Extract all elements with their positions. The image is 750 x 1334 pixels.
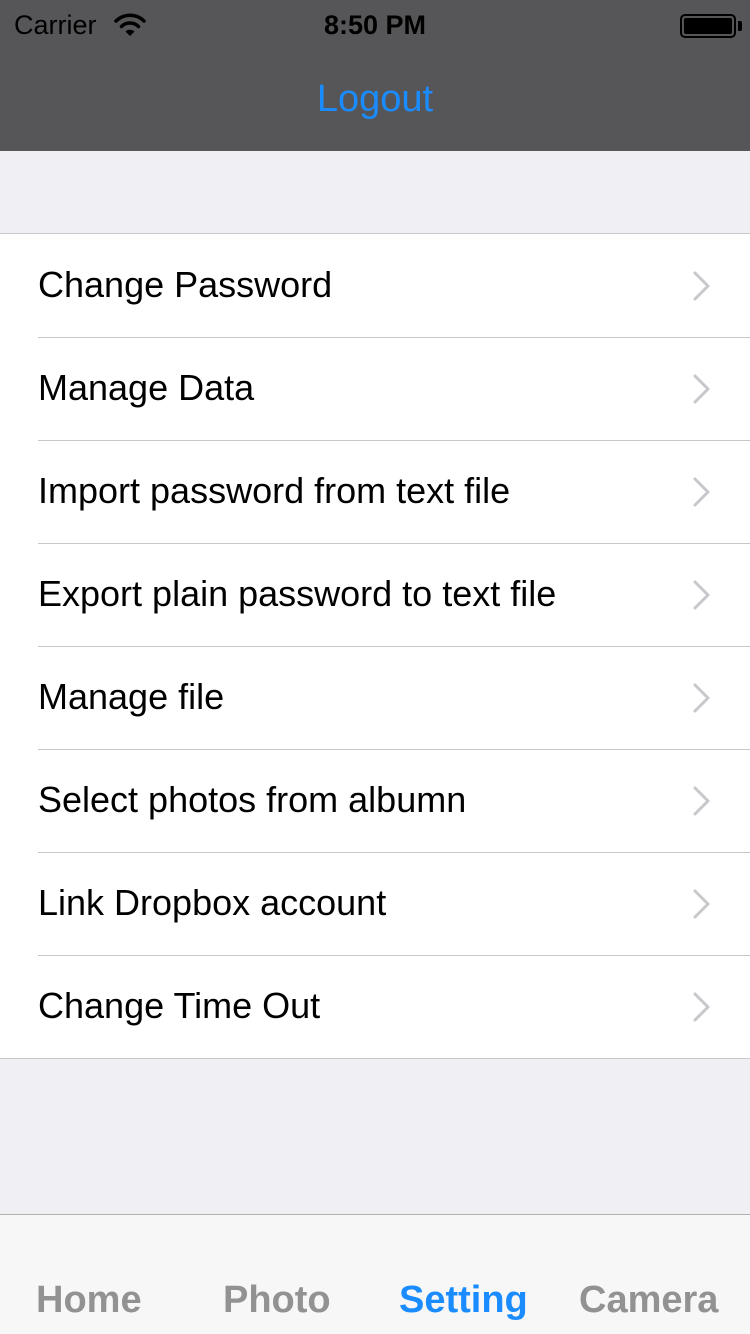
row-label: Manage Data xyxy=(38,367,255,408)
row-label: Manage file xyxy=(38,676,225,717)
row-label: Change Password xyxy=(38,264,333,305)
settings-row-link-dropbox[interactable]: Link Dropbox account xyxy=(0,852,750,955)
chevron-right-icon xyxy=(693,889,710,919)
settings-row-manage-data[interactable]: Manage Data xyxy=(0,337,750,440)
tab-camera[interactable]: Camera xyxy=(579,1279,718,1322)
settings-row-import-password[interactable]: Import password from text file xyxy=(0,440,750,543)
settings-row-select-photos[interactable]: Select photos from albumn xyxy=(0,749,750,852)
chevron-right-icon xyxy=(693,992,710,1022)
row-label: Select photos from albumn xyxy=(38,779,467,820)
settings-screen: Carrier 8:50 PM Logout Change Password M… xyxy=(0,0,750,1334)
chevron-right-icon xyxy=(693,271,710,301)
settings-row-change-time-out[interactable]: Change Time Out xyxy=(0,955,750,1058)
settings-row-export-password[interactable]: Export plain password to text file xyxy=(0,543,750,646)
battery-tip xyxy=(738,21,742,31)
chevron-right-icon xyxy=(693,580,710,610)
row-label: Change Time Out xyxy=(38,985,321,1026)
tab-home[interactable]: Home xyxy=(36,1279,142,1322)
row-label: Export plain password to text file xyxy=(38,573,557,614)
settings-row-change-password[interactable]: Change Password xyxy=(0,234,750,337)
row-label: Link Dropbox account xyxy=(38,882,387,923)
chevron-right-icon xyxy=(693,477,710,507)
tab-bar: Home Photo Setting Camera xyxy=(0,1214,750,1334)
chevron-right-icon xyxy=(693,374,710,404)
navigation-bar: Carrier 8:50 PM Logout xyxy=(0,0,750,151)
settings-list: Change Password Manage Data Import passw… xyxy=(0,233,750,1059)
settings-row-manage-file[interactable]: Manage file xyxy=(0,646,750,749)
chevron-right-icon xyxy=(693,683,710,713)
tab-photo[interactable]: Photo xyxy=(223,1279,331,1322)
status-bar: Carrier 8:50 PM xyxy=(0,0,750,52)
chevron-right-icon xyxy=(693,786,710,816)
logout-button[interactable]: Logout xyxy=(0,78,750,121)
battery-icon xyxy=(680,14,736,38)
tab-setting[interactable]: Setting xyxy=(399,1279,528,1322)
row-label: Import password from text file xyxy=(38,470,511,511)
clock: 8:50 PM xyxy=(323,10,427,40)
